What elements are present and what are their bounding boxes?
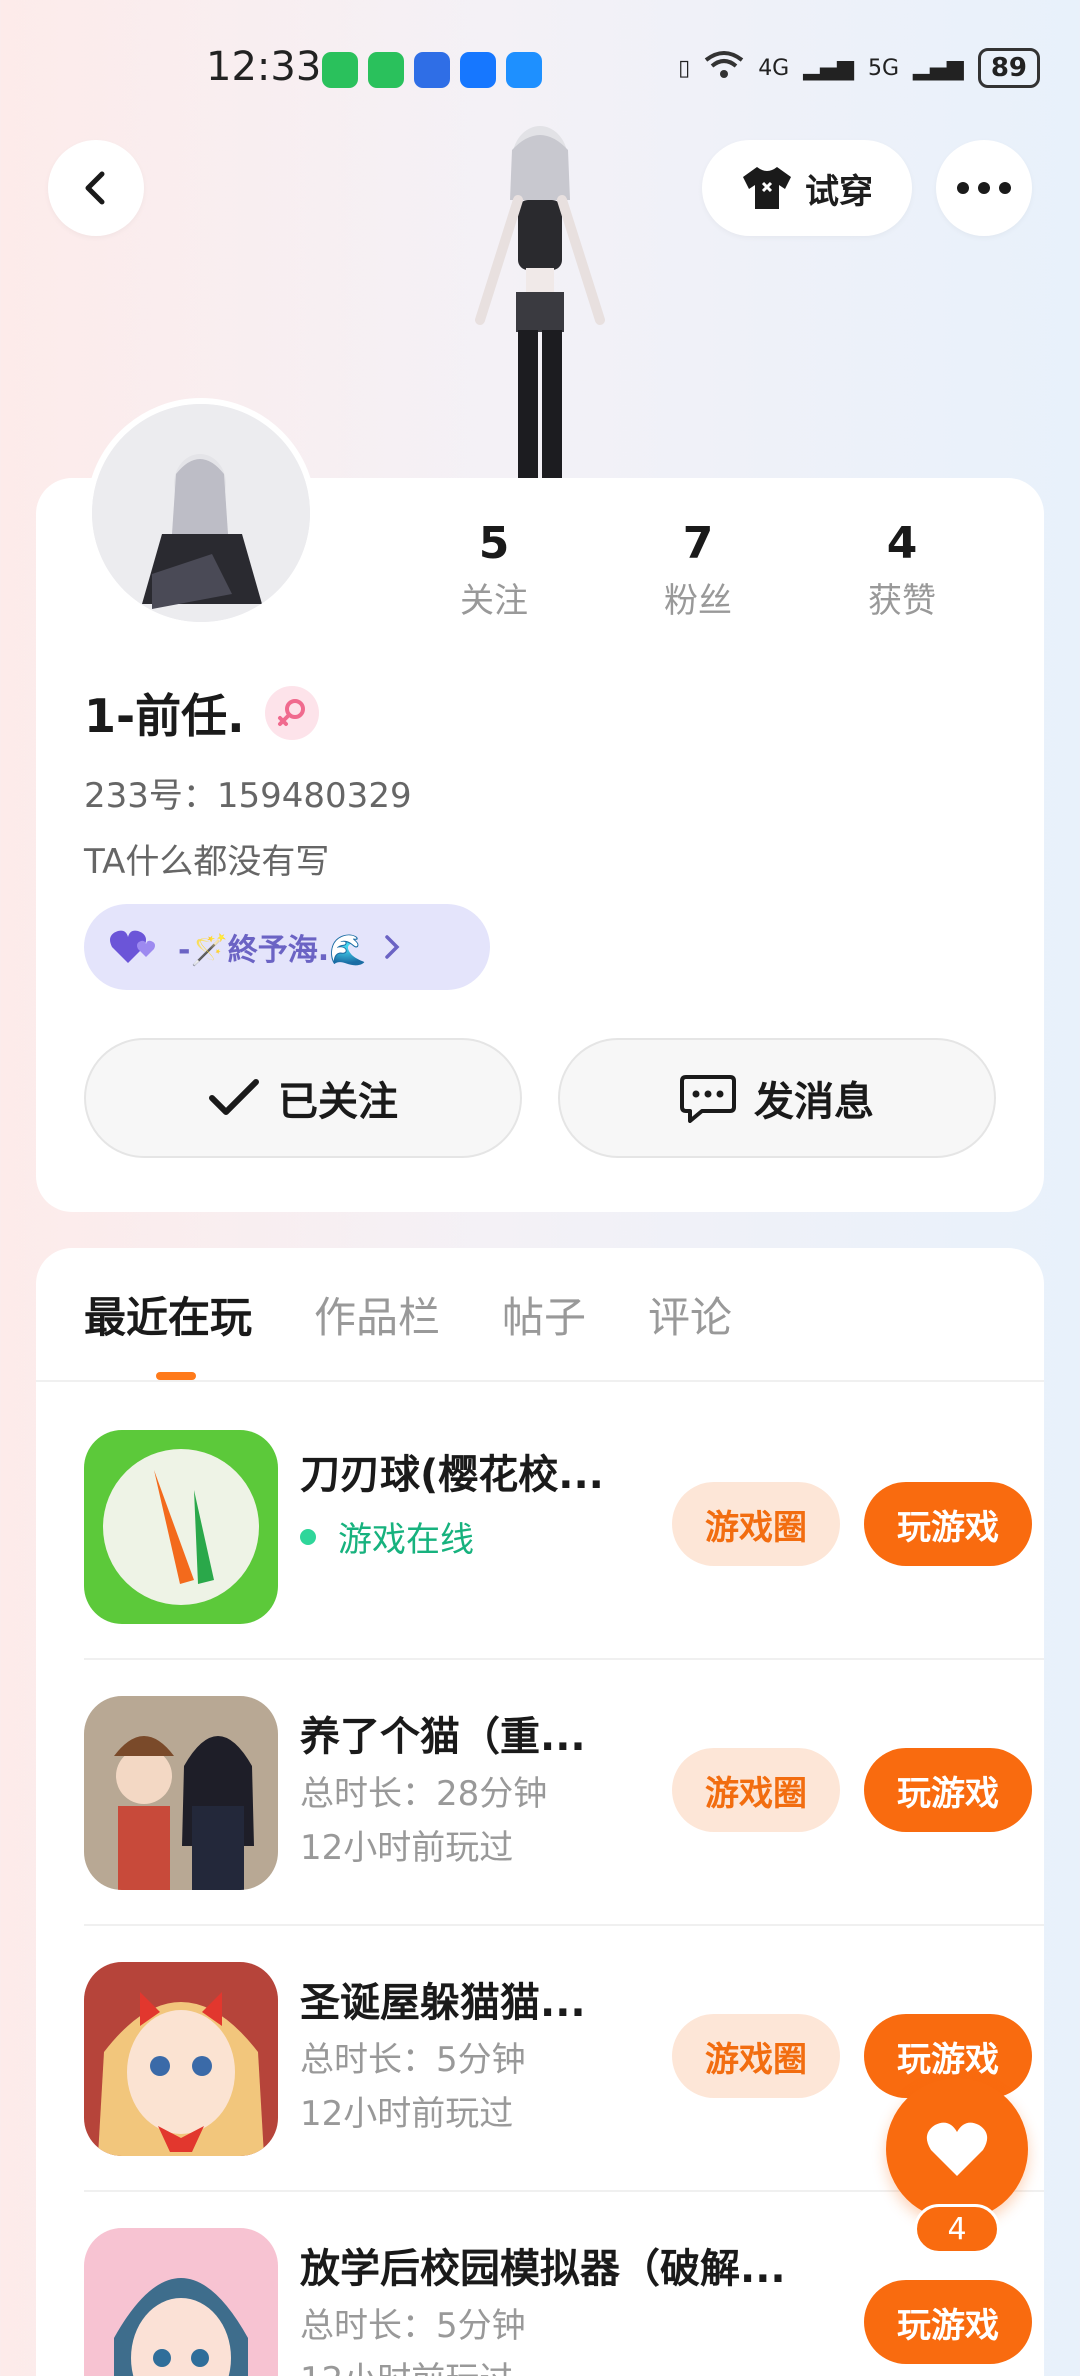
stats-row: 5 关注 7 粉丝 4 获赞: [392, 518, 1004, 622]
like-count-badge: 4: [914, 2204, 1000, 2254]
followed-label: 已关注: [278, 1079, 398, 1125]
tab-works[interactable]: 作品栏: [314, 1284, 440, 1345]
try-on-label: 试穿: [805, 171, 873, 212]
hearts-icon: [110, 930, 155, 963]
female-gender-icon: [264, 686, 319, 740]
try-on-button[interactable]: 试穿: [702, 140, 912, 236]
game-title: 刀刃球(樱花校...: [300, 1452, 604, 1498]
game-list-item[interactable]: 养了个猫（重... 总时长：28分钟 12小时前玩过 游戏圈 玩游戏: [84, 1648, 1044, 1914]
game-last-played: 12小时前玩过: [300, 1828, 514, 1868]
tab-recently-played[interactable]: 最近在玩: [84, 1284, 252, 1345]
game-list-item[interactable]: 放学后校园模拟器（破解... 总时长：5分钟 12小时前玩过 玩游戏: [84, 2180, 1044, 2376]
online-status-text: 游戏在线: [338, 1520, 474, 1560]
chevron-left-icon: [85, 171, 105, 205]
game-circle-button[interactable]: 游戏圈: [672, 2014, 840, 2098]
send-message-button[interactable]: 发消息: [558, 1038, 996, 1158]
system-icons: ▯ 4G ▂▄▆ 5G ▂▄▆ 89: [678, 48, 1040, 88]
status-bar: 12:33 ▯ 4G ▂▄▆ 5G ▂▄▆ 89: [0, 0, 1080, 140]
more-dots-icon: [957, 182, 1011, 194]
tab-bar: 最近在玩 作品栏 帖子 评论: [84, 1284, 732, 1345]
wifi-icon: [704, 50, 744, 86]
game-icon[interactable]: [84, 1430, 278, 1624]
username-row: 1-前任.: [84, 680, 319, 746]
play-game-button[interactable]: 玩游戏: [864, 2280, 1032, 2364]
battery-indicator: 89: [977, 48, 1040, 88]
stat-value: 5: [478, 518, 510, 569]
signal-bars-icon: ▂▄▆: [913, 55, 964, 81]
stat-following[interactable]: 5 关注: [392, 518, 596, 622]
stat-value: 7: [682, 518, 714, 569]
fanclub-name: -🪄終予海.🌊: [178, 933, 367, 968]
avatar-3d-figure: [440, 120, 640, 480]
play-game-button[interactable]: 玩游戏: [864, 1748, 1032, 1832]
message-notification-icon: [506, 52, 542, 88]
game-title: 放学后校园模拟器（破解...: [300, 2246, 786, 2292]
more-options-button[interactable]: [936, 140, 1032, 236]
tab-posts[interactable]: 帖子: [502, 1284, 586, 1345]
avatar[interactable]: [86, 398, 316, 628]
wechat-icon: [322, 52, 358, 88]
followed-button[interactable]: 已关注: [84, 1038, 522, 1158]
stat-label: 关注: [460, 581, 528, 621]
game-duration: 总时长：5分钟: [300, 2306, 526, 2346]
tab-active-indicator: [156, 1372, 196, 1380]
like-button[interactable]: [886, 2078, 1028, 2220]
user-id: 233号：159480329: [84, 776, 412, 816]
stat-value: 4: [886, 518, 918, 569]
online-dot-icon: [300, 1528, 316, 1545]
stat-label: 粉丝: [664, 581, 732, 621]
notification-icons: [322, 52, 542, 88]
fanclub-badge[interactable]: -🪄終予海.🌊: [84, 904, 490, 990]
play-game-button[interactable]: 玩游戏: [864, 1482, 1032, 1566]
game-last-played: 12小时前玩过: [300, 2352, 513, 2376]
signal-4g-icon: 4G: [758, 55, 790, 81]
game-duration: 总时长：28分钟: [300, 1774, 548, 1814]
wechat-icon: [368, 52, 404, 88]
check-icon: [209, 1079, 259, 1115]
signal-5g-icon: 5G: [868, 55, 900, 81]
signal-bars-icon: ▂▄▆: [803, 55, 854, 81]
heart-icon: [926, 2122, 988, 2176]
send-message-label: 发消息: [754, 1079, 874, 1125]
game-circle-button[interactable]: 游戏圈: [672, 1748, 840, 1832]
game-circle-button[interactable]: 游戏圈: [672, 1482, 840, 1566]
game-icon[interactable]: [84, 1696, 278, 1890]
chevron-right-icon: [384, 935, 400, 959]
alipay-icon: [460, 52, 496, 88]
profile-card: 5 关注 7 粉丝 4 获赞 1-前任. 233号：159480329 TA什么…: [36, 398, 1044, 1212]
game-online-status: 游戏在线: [300, 1512, 474, 1561]
recent-games-card: 最近在玩 作品栏 帖子 评论 刀刃球(樱花校... 游戏在线 游戏圈 玩游戏 养…: [36, 1248, 1044, 2376]
game-last-played: 12小时前玩过: [300, 2094, 514, 2134]
back-button[interactable]: [48, 140, 144, 236]
vibrate-icon: ▯: [678, 55, 691, 81]
user-bio: TA什么都没有写: [84, 842, 330, 882]
game-icon[interactable]: [84, 1962, 278, 2156]
tshirt-icon: [743, 167, 791, 209]
tab-comments[interactable]: 评论: [648, 1284, 732, 1345]
app-notification-icon: [414, 52, 450, 88]
username: 1-前任.: [84, 689, 245, 743]
stat-likes[interactable]: 4 获赞: [800, 518, 1004, 622]
game-icon[interactable]: [84, 2228, 278, 2376]
stat-label: 获赞: [868, 581, 936, 621]
stat-followers[interactable]: 7 粉丝: [596, 518, 800, 622]
chat-bubble-icon: [680, 1075, 736, 1123]
game-list-item[interactable]: 刀刃球(樱花校... 游戏在线 游戏圈 玩游戏: [84, 1382, 1044, 1648]
game-title: 圣诞屋躲猫猫...: [300, 1980, 586, 2026]
game-title: 养了个猫（重...: [300, 1714, 586, 1760]
status-time: 12:33: [206, 44, 322, 90]
game-duration: 总时长：5分钟: [300, 2040, 526, 2080]
